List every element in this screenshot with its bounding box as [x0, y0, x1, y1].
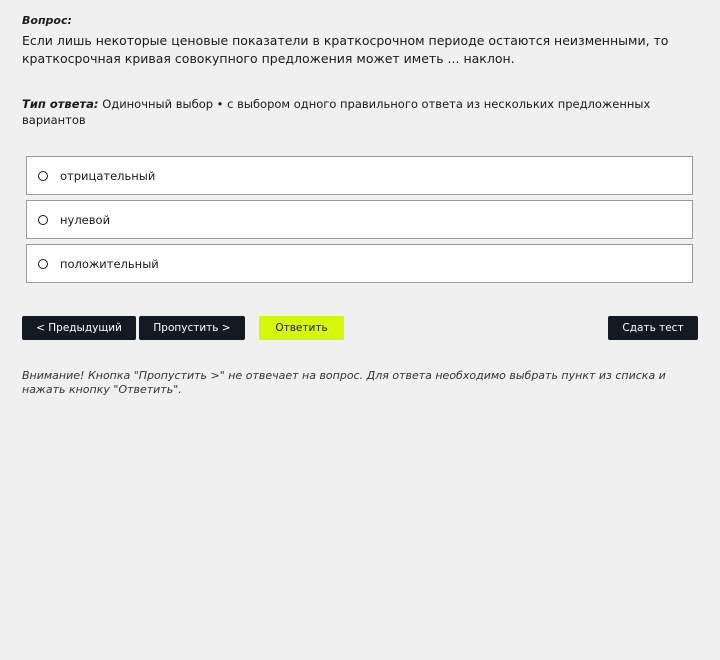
radio-icon[interactable] — [38, 214, 48, 225]
submit-test-button[interactable]: Сдать тест — [608, 316, 698, 340]
options-list: отрицательный нулевой положительный — [26, 156, 693, 288]
answer-button[interactable]: Ответить — [259, 316, 344, 340]
option-label: положительный — [60, 256, 159, 271]
previous-button[interactable]: < Предыдущий — [22, 316, 136, 340]
question-label: Вопрос: — [22, 14, 72, 27]
option-negative[interactable]: отрицательный — [26, 156, 693, 195]
answer-type: Тип ответа: Одиночный выбор • с выбором … — [22, 96, 700, 128]
skip-button[interactable]: Пропустить > — [139, 316, 245, 340]
option-label: отрицательный — [60, 168, 156, 183]
question-text: Если лишь некоторые ценовые показатели в… — [22, 33, 669, 66]
radio-icon[interactable] — [38, 170, 48, 181]
action-bar: < Предыдущий Пропустить > Ответить Сдать… — [0, 316, 720, 341]
answer-type-value: Одиночный выбор • с выбором одного прави… — [22, 97, 651, 127]
answer-type-label: Тип ответа: — [22, 97, 99, 111]
option-label: нулевой — [60, 212, 111, 227]
notice-text: Внимание! Кнопка "Пропустить >" не отвеч… — [22, 369, 666, 396]
option-positive[interactable]: положительный — [26, 244, 693, 283]
radio-icon[interactable] — [38, 258, 48, 269]
question-block: Вопрос: Если лишь некоторые ценовые пока… — [22, 14, 700, 128]
option-zero[interactable]: нулевой — [26, 200, 693, 239]
